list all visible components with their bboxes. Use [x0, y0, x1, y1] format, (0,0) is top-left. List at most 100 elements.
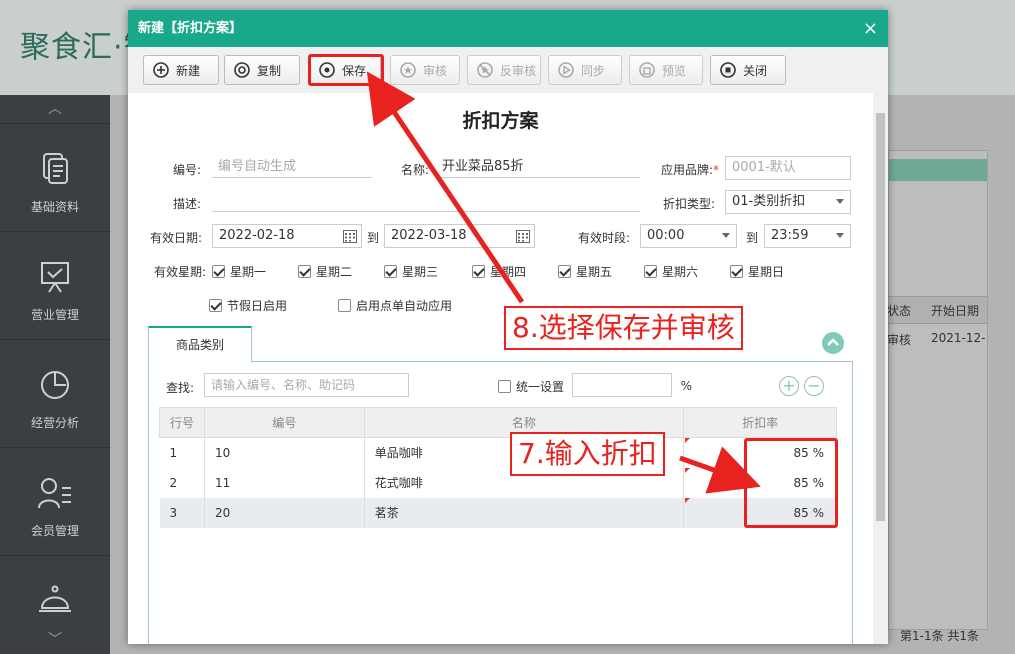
copy-button[interactable]: 复制 [224, 55, 300, 85]
time-to-select[interactable]: 23:59 [764, 224, 851, 248]
dialog-title-bar: 新建【折扣方案】 × [128, 10, 888, 47]
weekday-label: 有效星期: [153, 265, 206, 279]
unaudit-icon [477, 62, 493, 78]
weekday-checkbox-fri[interactable]: 星期五 [558, 263, 612, 280]
tab-bar: 商品类别 [148, 326, 853, 363]
holiday-checkbox[interactable]: 节假日启用 [209, 297, 287, 314]
sync-button[interactable]: 同步 [548, 55, 622, 85]
sidebar-item-member[interactable]: 会员管理 [0, 447, 110, 555]
chevron-down-icon [836, 199, 844, 204]
unified-setting-checkbox[interactable]: 统一设置 [498, 378, 564, 395]
audit-button[interactable]: 审核 [390, 55, 460, 85]
sidebar-item-service[interactable] [0, 555, 110, 635]
brand-label: 应用品牌:* [660, 163, 719, 177]
desc-label: 描述: [172, 197, 201, 211]
table-row[interactable]: 1 10 单品咖啡 85 % [159, 437, 837, 468]
member-list-icon [38, 478, 71, 509]
sidebar: ︿ 基础资料 营业管理 经营分析 会员管理 ﹀ [0, 95, 110, 654]
rate-highlight-box [744, 438, 838, 528]
dirty-marker [685, 438, 690, 443]
col-rate: 折扣率 [683, 407, 837, 438]
time-to-label: 到 [745, 231, 758, 245]
search-input[interactable]: 请输入编号、名称、助记码 [204, 373, 409, 397]
dirty-marker [685, 468, 690, 473]
sidebar-item-analysis[interactable]: 经营分析 [0, 339, 110, 447]
percent-unit: % [680, 379, 692, 393]
close-button[interactable]: 关闭 [710, 55, 786, 85]
copy-icon [234, 62, 250, 78]
chevron-down-icon [722, 233, 730, 238]
calendar-icon[interactable] [343, 229, 357, 243]
audit-star-icon [400, 62, 416, 78]
time-from-select[interactable]: 00:00 [640, 224, 737, 248]
scrollbar-thumb[interactable] [876, 113, 885, 521]
close-icon[interactable]: × [863, 10, 878, 47]
bg-col-start: 开始日期 [931, 304, 980, 318]
weekday-checkbox-mon[interactable]: 星期一 [212, 263, 266, 280]
dirty-marker [685, 498, 690, 503]
weekday-checkbox-sun[interactable]: 星期日 [730, 263, 784, 280]
code-label: 编号: [172, 163, 201, 177]
discount-type-label: 折扣类型: [662, 197, 715, 211]
col-code: 编号 [203, 407, 365, 438]
preview-icon [639, 62, 655, 78]
bg-col-status: 状态 [887, 304, 912, 318]
annotation-step7: 7.输入折扣 [510, 432, 665, 476]
desc-field[interactable] [212, 190, 640, 212]
date-to-field[interactable]: 2022-03-18 [384, 224, 535, 248]
valid-date-label: 有效日期: [149, 231, 202, 245]
code-field[interactable]: 编号自动生成 [212, 156, 372, 178]
unaudit-button[interactable]: 反审核 [467, 55, 541, 85]
table-row[interactable]: 3 20 茗茶 85 % [159, 497, 837, 528]
bg-row-status: 审核 [887, 333, 912, 347]
stop-circle-icon [720, 62, 736, 78]
sync-play-icon [558, 62, 574, 78]
table-header: 行号 编号 名称 折扣率 [159, 407, 837, 438]
dialog-scrollbar[interactable] [873, 93, 888, 644]
category-discount-table: 行号 编号 名称 折扣率 1 10 单品咖啡 85 % 2 11 花式咖啡 85 [159, 407, 837, 528]
weekday-checkbox-thu[interactable]: 星期四 [472, 263, 526, 280]
sidebar-item-label: 会员管理 [30, 524, 79, 538]
background-pager: 第1-1条 共1条 [900, 629, 980, 643]
dialog-title: 新建【折扣方案】 [138, 21, 243, 36]
calendar-icon[interactable] [516, 229, 530, 243]
weekday-checkbox-tue[interactable]: 星期二 [298, 263, 352, 280]
sidebar-item-label: 营业管理 [30, 308, 79, 322]
table-row[interactable]: 2 11 花式咖啡 85 % [159, 467, 837, 498]
collapse-icon[interactable] [822, 332, 844, 354]
sidebar-item-business[interactable]: 营业管理 [0, 231, 110, 339]
chevron-down-icon [836, 233, 844, 238]
dialog-content: 折扣方案 编号: 编号自动生成 名称: 开业菜品85折 应用品牌:* 0001-… [128, 93, 873, 644]
toolbar: 新建 复制 保存 审核 反审核 同步 预览 关闭 [128, 47, 888, 93]
new-button[interactable]: 新建 [143, 55, 219, 85]
search-label: 查找: [165, 381, 194, 395]
form-title: 折扣方案 [462, 110, 539, 132]
date-from-field[interactable]: 2022-02-18 [212, 224, 362, 248]
annotation-step8: 8.选择保存并审核 [504, 306, 743, 350]
save-highlight-box [308, 54, 384, 86]
tab-product-category[interactable]: 商品类别 [148, 326, 252, 363]
weekday-checkbox-sat[interactable]: 星期六 [644, 263, 698, 280]
document-icon [43, 153, 68, 184]
required-mark: * [713, 163, 719, 177]
date-to-label: 到 [366, 231, 379, 245]
sidebar-item-basic-data[interactable]: 基础资料 [0, 123, 110, 231]
remove-row-icon[interactable]: − [804, 376, 824, 396]
unified-setting-input[interactable] [572, 373, 672, 397]
background-list-panel: 状态 开始日期 审核 2021-12- [887, 150, 988, 630]
preview-button[interactable]: 预览 [629, 55, 703, 85]
weekday-checkbox-wed[interactable]: 星期三 [384, 263, 438, 280]
add-circle-icon [153, 62, 169, 78]
sidebar-scroll-up-icon[interactable]: ︿ [0, 95, 110, 123]
discount-type-select[interactable]: 01-类别折扣 [725, 190, 851, 214]
add-row-icon[interactable]: + [779, 376, 799, 396]
auto-apply-checkbox[interactable]: 启用点单自动应用 [338, 297, 452, 314]
name-field[interactable]: 开业菜品85折 [436, 156, 640, 178]
pie-chart-icon [41, 371, 69, 399]
presentation-board-icon [41, 262, 69, 293]
bg-row-start: 2021-12- [931, 331, 986, 345]
sidebar-scroll-down-icon[interactable]: ﹀ [0, 626, 110, 654]
service-bell-icon [39, 585, 71, 612]
sidebar-item-label: 经营分析 [30, 416, 79, 430]
brand-field[interactable]: 0001-默认 [725, 156, 851, 180]
